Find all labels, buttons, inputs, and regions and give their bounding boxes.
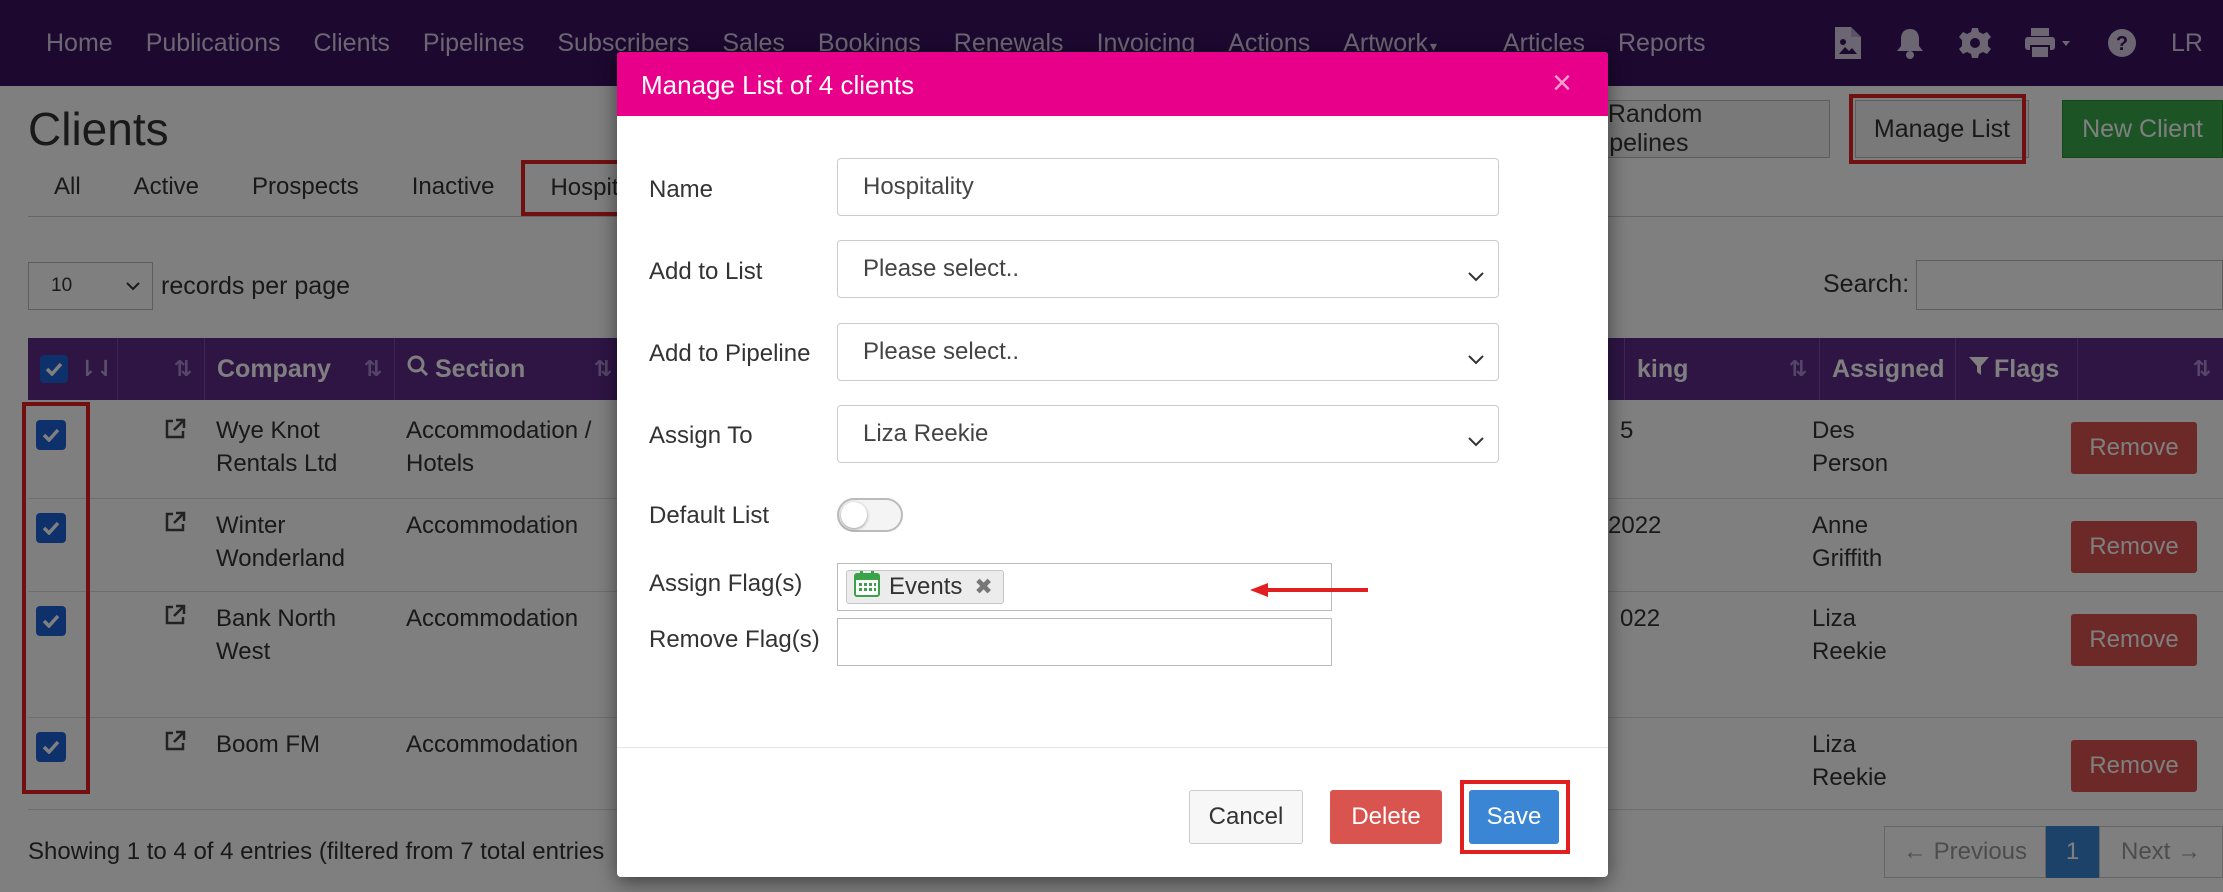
name-input[interactable]: Hospitality — [837, 158, 1499, 216]
default-list-toggle[interactable] — [837, 498, 903, 532]
add-to-list-select[interactable]: Please select.. — [837, 240, 1499, 298]
flag-tag-events[interactable]: Events ✖ — [846, 570, 1004, 604]
chevron-down-icon — [1468, 344, 1484, 372]
assign-flags-input[interactable]: Events ✖ — [837, 563, 1368, 611]
assign-flags-label: Assign Flag(s) — [649, 570, 803, 597]
remove-tag-icon[interactable]: ✖ — [974, 574, 992, 600]
annotation-arrow-icon — [1248, 582, 1370, 603]
chevron-down-icon — [1468, 261, 1484, 289]
close-icon[interactable]: × — [1552, 64, 1572, 103]
chevron-down-icon — [1468, 426, 1484, 454]
assign-to-value: Liza Reekie — [863, 420, 989, 447]
manage-list-modal: Manage List of 4 clients × Name Hospital… — [617, 52, 1608, 877]
remove-flags-label: Remove Flag(s) — [649, 626, 820, 653]
add-to-list-value: Please select.. — [863, 255, 1020, 282]
toggle-knob — [841, 502, 867, 528]
modal-title: Manage List of 4 clients — [641, 70, 915, 100]
modal-footer-divider — [617, 747, 1608, 748]
calendar-icon — [853, 570, 881, 605]
flag-tag-label: Events — [889, 573, 963, 600]
delete-button[interactable]: Delete — [1330, 790, 1442, 844]
add-to-pipeline-select[interactable]: Please select.. — [837, 323, 1499, 381]
name-label: Name — [649, 176, 714, 203]
modal-header: Manage List of 4 clients × — [617, 52, 1608, 116]
add-to-pipeline-value: Please select.. — [863, 338, 1020, 365]
add-to-list-label: Add to List — [649, 258, 763, 285]
remove-flags-input[interactable] — [837, 618, 1332, 666]
default-list-label: Default List — [649, 502, 770, 529]
save-button-highlight — [1460, 780, 1570, 854]
assign-to-select[interactable]: Liza Reekie — [837, 405, 1499, 463]
name-input-value: Hospitality — [863, 173, 974, 200]
cancel-button[interactable]: Cancel — [1189, 790, 1303, 844]
add-to-pipeline-label: Add to Pipeline — [649, 340, 811, 367]
assign-to-label: Assign To — [649, 422, 753, 449]
